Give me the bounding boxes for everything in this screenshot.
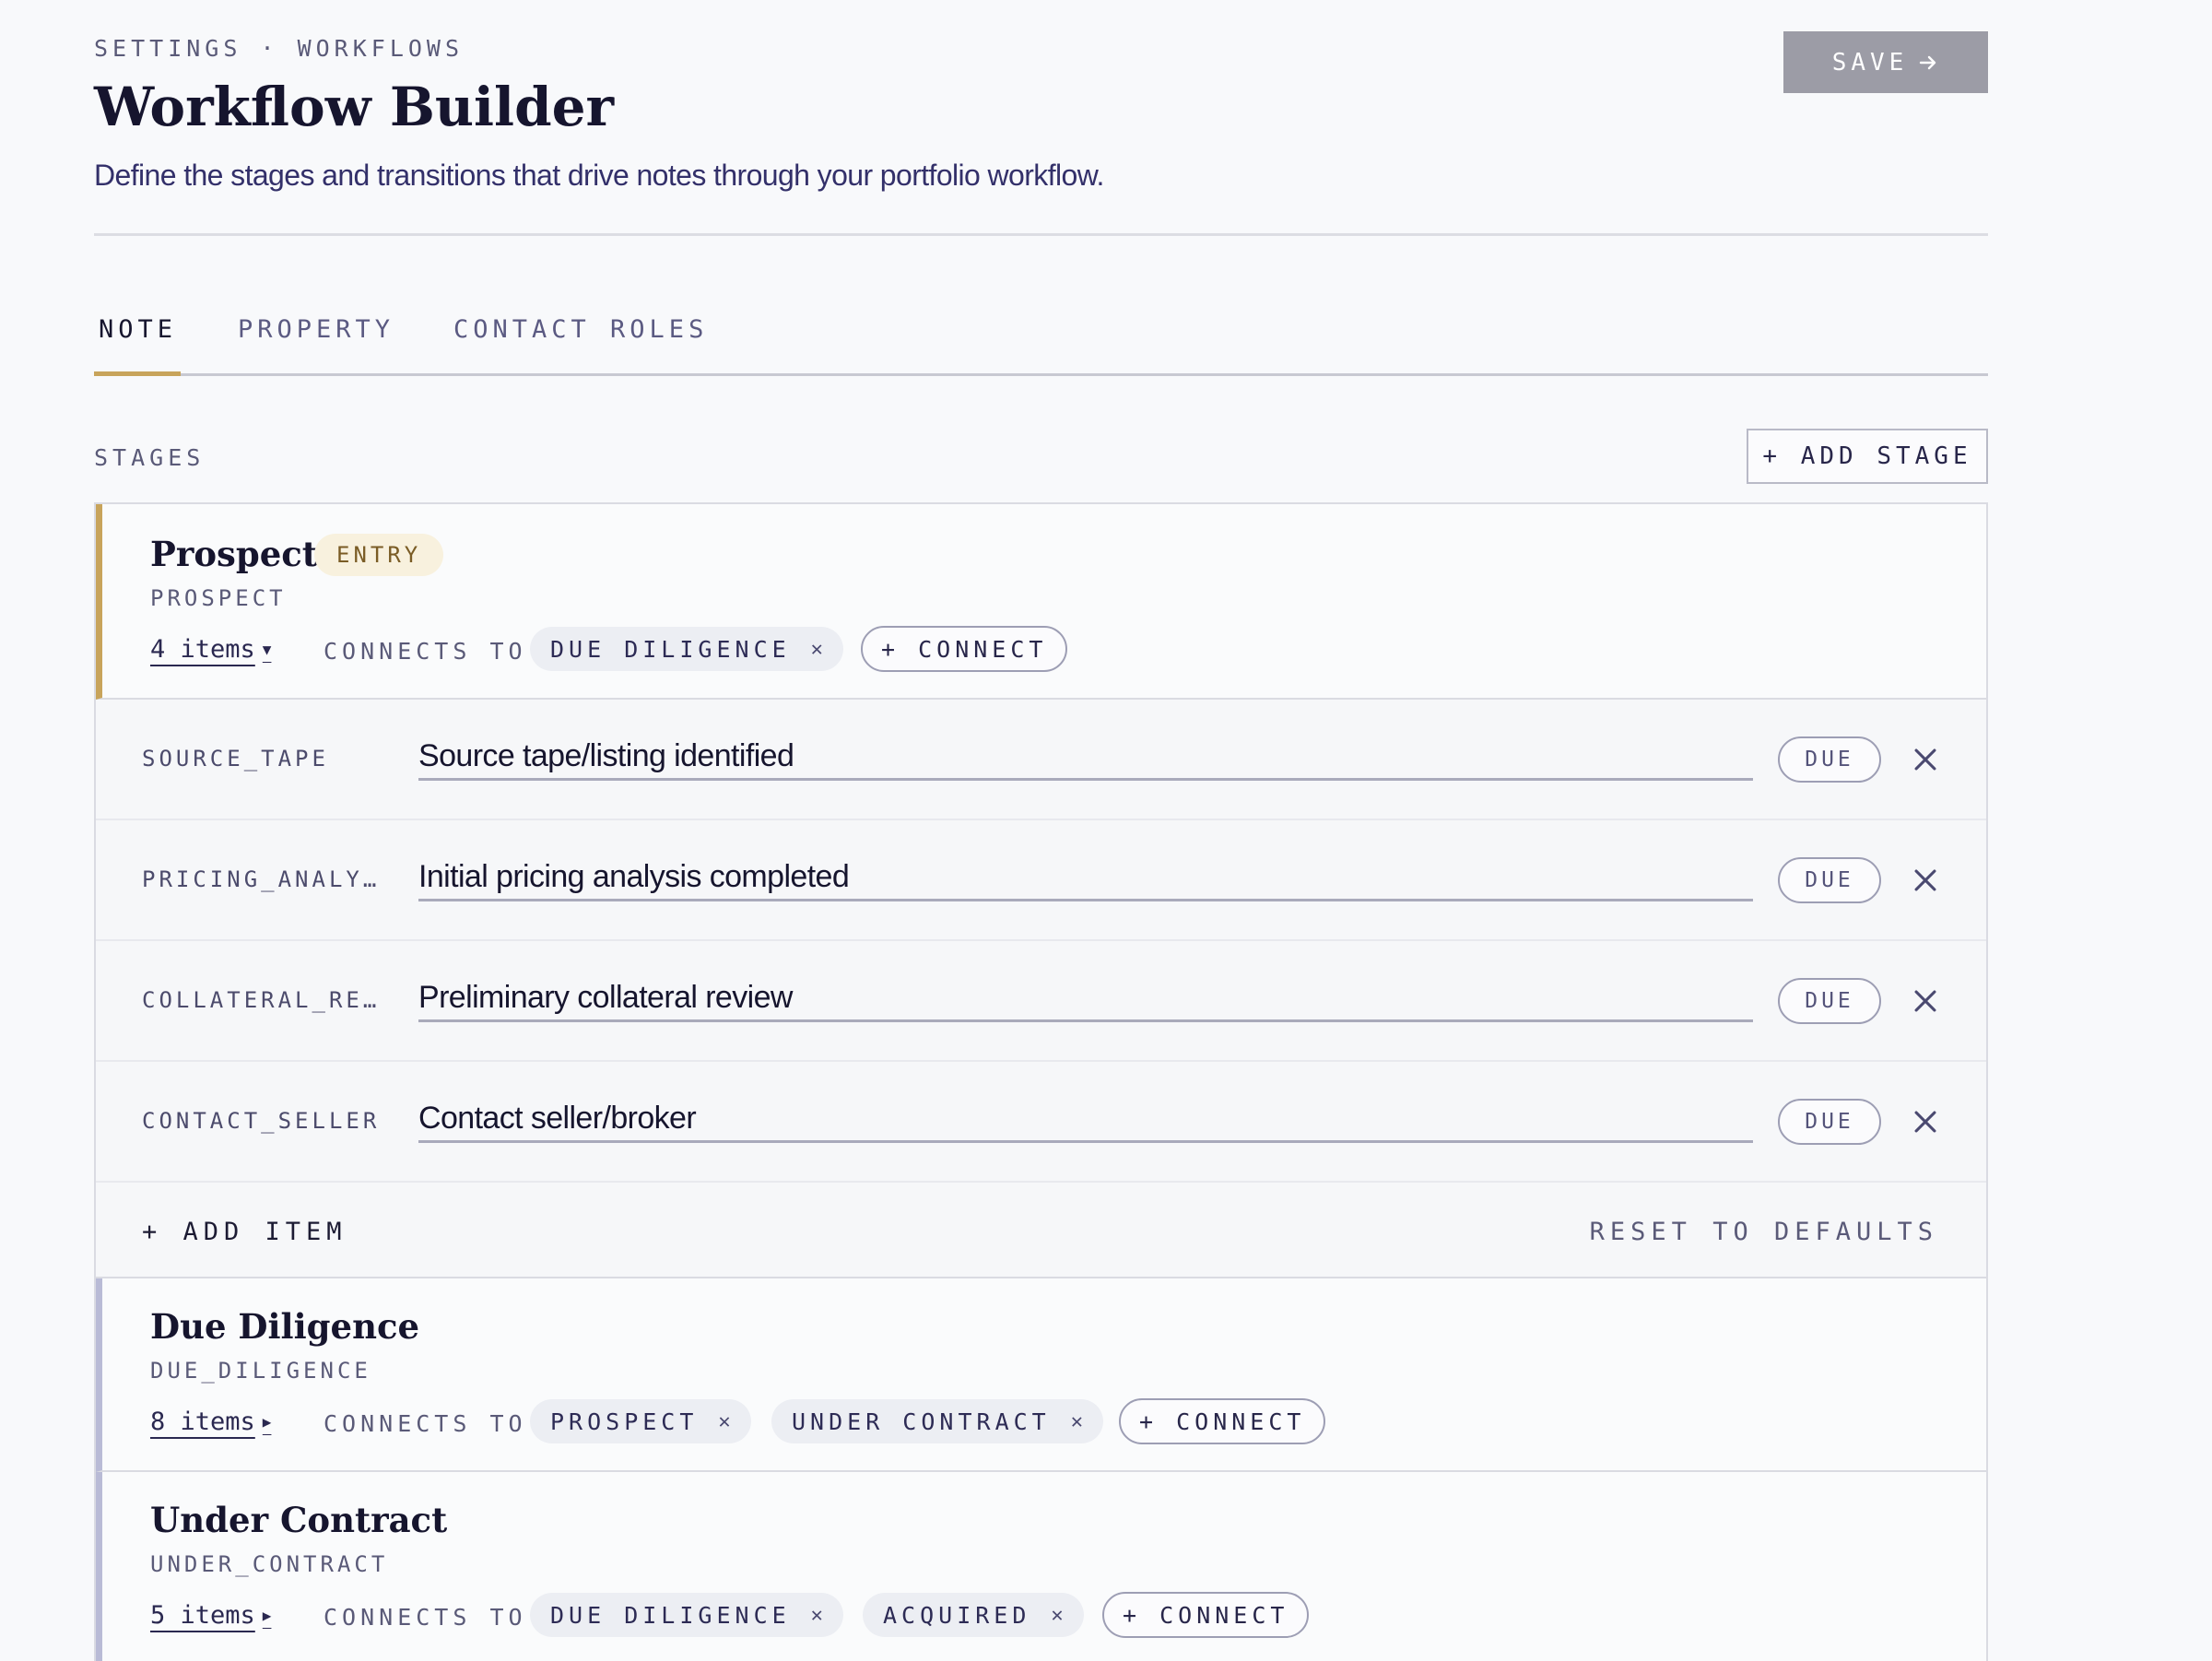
close-icon[interactable]: ✕ (811, 1604, 823, 1627)
save-button[interactable]: SAVE (1783, 31, 1988, 93)
close-icon[interactable] (1910, 744, 1941, 775)
connects-to-label: CONNECTS TO (324, 1604, 527, 1631)
item-key: SOURCE_TAPE (142, 746, 329, 772)
stage-due-diligence: Due Diligence DUE_DILIGENCE 8 items ▶ CO… (96, 1278, 1986, 1472)
page-subtitle: Define the stages and transitions that d… (94, 159, 1104, 192)
connect-button[interactable]: + CONNECT (861, 626, 1068, 672)
item-label-input[interactable] (418, 735, 1753, 781)
stage-item-row: COLLATERAL_RE… DUE (96, 941, 1986, 1062)
connection-chip: UNDER CONTRACT ✕ (771, 1399, 1103, 1443)
items-toggle[interactable]: 5 items ▶ (150, 1601, 271, 1630)
stage-name: Prospect (150, 534, 318, 574)
items-count: 8 items (150, 1408, 255, 1436)
tab-note[interactable]: NOTE (99, 315, 177, 344)
connects-to-label: CONNECTS TO (324, 1410, 527, 1437)
tab-property[interactable]: PROPERTY (238, 315, 394, 344)
stage-key: DUE_DILIGENCE (150, 1358, 371, 1384)
connect-button[interactable]: + CONNECT (1119, 1398, 1326, 1444)
items-count: 4 items (150, 635, 255, 664)
item-key: CONTACT_SELLER (142, 1108, 381, 1134)
connection-chip: PROSPECT ✕ (530, 1399, 751, 1443)
caret-down-icon: ▼ (262, 641, 272, 658)
header-divider (94, 233, 1988, 236)
connection-chip-label: UNDER CONTRACT (792, 1408, 1051, 1435)
due-button[interactable]: DUE (1778, 736, 1881, 783)
connection-chip-label: ACQUIRED (883, 1601, 1031, 1629)
stage-key: PROSPECT (150, 585, 287, 611)
stage-key: UNDER_CONTRACT (150, 1551, 389, 1577)
stages-heading: STAGES (94, 444, 206, 471)
stage-item-row: CONTACT_SELLER DUE (96, 1062, 1986, 1183)
item-label-input[interactable] (418, 855, 1753, 901)
item-key: COLLATERAL_RE… (142, 987, 381, 1013)
add-item-button[interactable]: + ADD ITEM (142, 1218, 347, 1246)
items-toggle[interactable]: 4 items ▼ (150, 635, 271, 664)
workflow-builder-page: SETTINGS · WORKFLOWS Workflow Builder De… (0, 0, 2212, 1661)
due-button[interactable]: DUE (1778, 857, 1881, 903)
stage-item-row: SOURCE_TAPE DUE (96, 700, 1986, 820)
close-icon[interactable] (1910, 985, 1941, 1017)
tab-bar: NOTE PROPERTY CONTACT ROLES (94, 315, 1988, 376)
breadcrumb: SETTINGS · WORKFLOWS (94, 35, 465, 62)
connection-chip-label: DUE DILIGENCE (550, 635, 791, 663)
due-button[interactable]: DUE (1778, 1099, 1881, 1145)
connection-chip-label: DUE DILIGENCE (550, 1601, 791, 1629)
connection-chip: DUE DILIGENCE ✕ (530, 627, 843, 671)
items-count: 5 items (150, 1601, 255, 1630)
stage-item-row: PRICING_ANALY… DUE (96, 820, 1986, 941)
close-icon[interactable]: ✕ (811, 638, 823, 661)
item-key: PRICING_ANALY… (142, 866, 381, 892)
add-stage-button[interactable]: + ADD STAGE (1747, 429, 1988, 484)
stage-prospect: Prospect ENTRY PROSPECT 4 items ▼ CONNEC… (96, 504, 1986, 700)
save-button-label: SAVE (1831, 48, 1909, 77)
stage-under-contract: Under Contract UNDER_CONTRACT 5 items ▶ … (96, 1472, 1986, 1661)
caret-right-icon: ▶ (262, 1607, 272, 1624)
entry-badge: ENTRY (314, 534, 444, 576)
connect-button[interactable]: + CONNECT (1102, 1592, 1310, 1638)
item-list-footer: + ADD ITEM RESET TO DEFAULTS (96, 1183, 1986, 1278)
item-label-input[interactable] (418, 976, 1753, 1022)
reset-to-defaults-button[interactable]: RESET TO DEFAULTS (1590, 1218, 1938, 1246)
item-label-input[interactable] (418, 1097, 1753, 1143)
connects-to-label: CONNECTS TO (324, 638, 527, 665)
close-icon[interactable] (1910, 1106, 1941, 1137)
caret-right-icon: ▶ (262, 1413, 272, 1431)
stages-list: Prospect ENTRY PROSPECT 4 items ▼ CONNEC… (94, 502, 1988, 1661)
connection-chip-label: PROSPECT (550, 1408, 699, 1435)
due-button[interactable]: DUE (1778, 978, 1881, 1024)
close-icon[interactable]: ✕ (1071, 1410, 1083, 1433)
close-icon[interactable]: ✕ (1051, 1604, 1063, 1627)
arrow-right-icon (1920, 55, 1936, 69)
tab-contact-roles[interactable]: CONTACT ROLES (453, 315, 708, 344)
connection-chip: ACQUIRED ✕ (863, 1593, 1084, 1637)
close-icon[interactable]: ✕ (718, 1410, 730, 1433)
active-tab-indicator (94, 371, 181, 376)
items-toggle[interactable]: 8 items ▶ (150, 1408, 271, 1436)
page-title: Workflow Builder (94, 76, 615, 138)
close-icon[interactable] (1910, 865, 1941, 896)
stage-name: Under Contract (150, 1500, 448, 1540)
connection-chip: DUE DILIGENCE ✕ (530, 1593, 843, 1637)
stage-name: Due Diligence (150, 1306, 420, 1347)
